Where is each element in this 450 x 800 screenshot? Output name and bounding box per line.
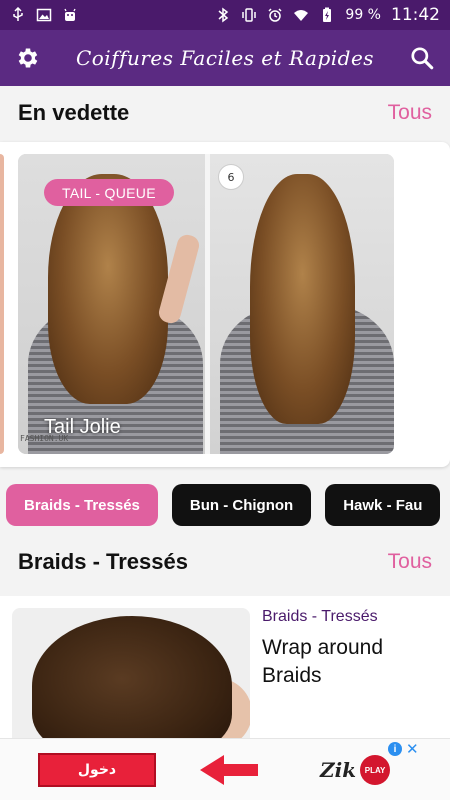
ad-logo: Zik PLAY [320,755,391,785]
ad-banner[interactable]: دخول Zik PLAY i ✕ [0,738,450,800]
braids-header: Braids - Tressés Tous [0,537,450,587]
previous-card-peek[interactable] [0,154,4,454]
featured-card-title: Tail Jolie [44,416,121,438]
battery-icon [323,7,332,22]
settings-button[interactable] [0,30,56,86]
list-item-title: Wrap around Braids [262,636,384,687]
image-icon [36,8,52,22]
braids-section-title: Braids - Tressés [18,549,188,574]
search-button[interactable] [394,30,450,86]
list-item-category: Braids - Tressés [262,608,378,625]
featured-carousel[interactable]: 6 TAIL - QUEUE FASHION.UK Tail Jolie [0,142,450,467]
status-bar: 99 % 11:42 [0,0,450,30]
chip-hawk[interactable]: Hawk - Fau [325,484,441,526]
ad-logo-text: Zik [320,758,357,782]
featured-header: En vedette Tous [0,88,450,138]
battery-level: 99 % [345,7,381,23]
vibrate-icon [242,8,257,22]
ad-info-icon[interactable]: i [388,742,402,756]
app-bar: Coiffures Faciles et Rapides [0,30,450,86]
chip-bun[interactable]: Bun - Chignon [171,484,312,526]
featured-photo-right [210,154,394,454]
ad-close-icon[interactable]: ✕ [406,740,419,758]
braids-see-all-link[interactable]: Tous [388,550,432,574]
featured-title: En vedette [18,100,130,125]
step-badge: 6 [218,164,244,190]
clock: 11:42 [391,5,440,25]
bluetooth-icon [218,7,229,23]
gear-icon [18,48,38,68]
ad-enter-button[interactable]: دخول [38,753,156,787]
app-title: Coiffures Faciles et Rapides [75,46,375,70]
status-right: 99 % 11:42 [215,5,440,25]
status-left [10,7,78,23]
chip-braids[interactable]: Braids - Tressés [6,484,158,526]
android-icon [64,8,76,21]
search-icon [411,47,434,70]
wifi-icon [294,10,309,21]
featured-tag: TAIL - QUEUE [44,179,174,206]
list-item[interactable]: Braids - Tressés Wrap around Braids [0,596,450,746]
usb-icon [13,7,23,21]
category-chips: Braids - Tressés Bun - Chignon Hawk - Fa… [0,484,450,528]
list-item-thumbnail [12,608,250,746]
alarm-icon [268,8,282,22]
featured-card[interactable]: 6 TAIL - QUEUE FASHION.UK Tail Jolie [18,154,394,454]
arrow-left-icon [200,755,258,785]
featured-see-all-link[interactable]: Tous [388,101,432,125]
ad-logo-badge: PLAY [360,755,391,785]
